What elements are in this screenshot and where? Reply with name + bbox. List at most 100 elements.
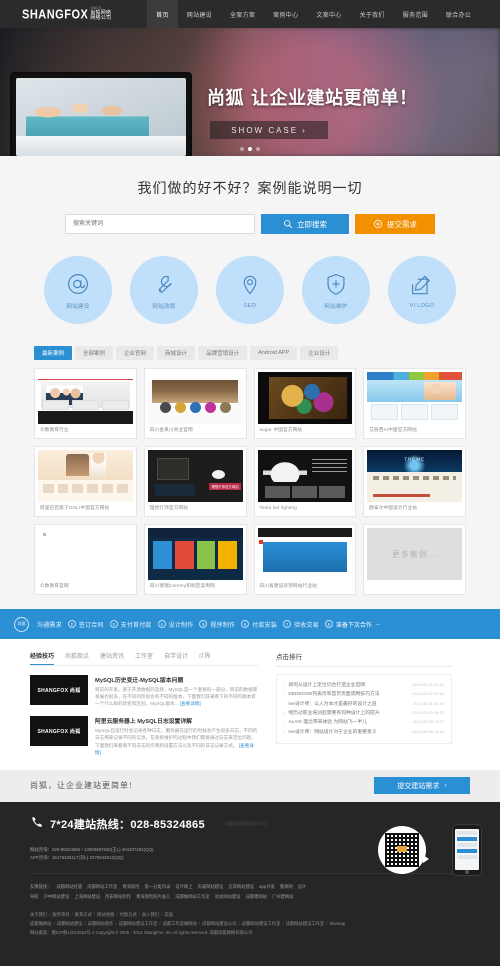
news-tab-experience[interactable]: 经验技巧 (30, 651, 55, 665)
nav-item-articles[interactable]: 文案中心 (307, 0, 350, 28)
service-item-redesign[interactable]: 网站改版 (130, 256, 198, 324)
case-card-7[interactable]: Tesla led lighting (253, 446, 357, 517)
news-title-1[interactable]: MySQL历史变迁-MySQL版本问题 (95, 675, 258, 684)
case-card-1[interactable]: 众数教育行业 (34, 368, 137, 439)
friend-link-9[interactable]: 蜀黍网 (280, 884, 293, 889)
friend-link-8[interactable]: app开发 (259, 884, 275, 889)
nav-item-website-build[interactable]: 网站建设 (178, 0, 221, 28)
service-circle-5[interactable]: VI LOGO (388, 256, 456, 324)
news-tab-it[interactable]: IT界 (199, 651, 210, 660)
service-circle-3[interactable]: SEO (216, 256, 284, 324)
news-tab-studio[interactable]: 工作室 (135, 651, 153, 660)
rank-item-3[interactable]: › me设计师：以人为本才是最好的设计之道 2014-09-11 09:45 (284, 700, 444, 709)
friend-link-10[interactable]: 设计 (298, 884, 307, 889)
process-step-3[interactable]: 3 支付首付款 (109, 620, 152, 629)
footer-nav-6[interactable]: 加入我们 (142, 912, 159, 917)
process-step-8[interactable]: 8 准备下次合作 → (324, 620, 381, 629)
footer-nav-1[interactable]: 关于我们 (30, 912, 47, 917)
friend-link-7[interactable]: 宜宾网站建设 (228, 884, 254, 889)
case-card-3[interactable]: sugar 中国官方网站 (253, 368, 357, 439)
news-item-1[interactable]: SHANGFOX 尚狐 MySQL历史变迁-MySQL版本问题 目前的开发，基于… (30, 675, 258, 707)
footer-seo-5[interactable]: 成都工作室做网站 (163, 921, 197, 926)
case-card-5[interactable]: 阿里巴巴旗下OOLI中国官方网站 (34, 446, 137, 517)
friend-link-17[interactable]: 攻关网站建设 (215, 894, 241, 899)
rank-item-4[interactable]: › 经历过职业培训后需要有何种设计上的提升 2014-09-10 16:32 (284, 709, 444, 718)
show-case-button[interactable]: SHOW CASE › (210, 121, 328, 139)
footer-nav-7[interactable]: 前面 (164, 912, 173, 917)
process-step-4[interactable]: 4 设计制作 (157, 620, 194, 629)
news-tab-selfstudy[interactable]: 自学设计 (164, 651, 188, 660)
case-card-4[interactable]: 艾丽西Ai中国官方网站 (363, 368, 466, 439)
footer-seo-2[interactable]: 成都网站建设 (57, 921, 83, 926)
footer-nav-2[interactable]: 服务项目 (52, 912, 69, 917)
case-card-10[interactable]: 四川德瑞Ceremy和制定案例网 (143, 524, 247, 595)
qr-code-icon[interactable] (385, 832, 419, 867)
nav-item-services[interactable]: 服务范围 (394, 0, 437, 28)
friend-link-4[interactable]: 第一分类目录 (145, 884, 171, 889)
friend-link-6[interactable]: 天威网站建设 (198, 884, 224, 889)
footer-seo-3[interactable]: 成都网站制作 (88, 921, 114, 926)
service-item-seo[interactable]: SEO (216, 256, 284, 324)
search-input[interactable] (65, 214, 255, 234)
service-item-maintenance[interactable]: 网站维护 (302, 256, 370, 324)
friend-link-11[interactable]: 导航 (30, 894, 39, 899)
news-tab-viewpoint[interactable]: 尚狐观点 (65, 651, 89, 660)
friend-link-19[interactable]: 广州建网站 (272, 894, 293, 899)
search-button[interactable]: 立即搜索 (261, 214, 349, 234)
case-card-8[interactable]: 欧泰尔中国设计行业站 (363, 446, 466, 517)
hero-dot-2[interactable] (248, 147, 252, 151)
case-tab-enterprise[interactable]: 企业设计 (300, 346, 339, 360)
footer-nav-5[interactable]: 付款方式 (120, 912, 137, 917)
service-item-vi-logo[interactable]: VI LOGO (388, 256, 456, 324)
case-tab-mall[interactable]: 商城设计 (157, 346, 196, 360)
nav-item-about[interactable]: 关于我们 (351, 0, 394, 28)
footer-seo-4[interactable]: 成都网站建设工作室 (119, 921, 158, 926)
friend-link-16[interactable]: 成都做网站工作室 (175, 894, 209, 899)
case-tab-brand[interactable]: 品牌营销设计 (198, 346, 248, 360)
footer-nav-3[interactable]: 联系方式 (75, 912, 92, 917)
process-step-6[interactable]: 6 付款安装 (241, 620, 277, 629)
news-tab-news[interactable]: 建站资讯 (100, 651, 124, 660)
friend-link-1[interactable]: 成都网站托管 (56, 884, 82, 889)
friend-link-15[interactable]: 青海保险照片画儿 (136, 894, 170, 899)
case-tab-corporate[interactable]: 企业官网 (116, 346, 155, 360)
footer-seo-1[interactable]: 成都做网站 (30, 921, 51, 926)
nav-item-coworking[interactable]: 联合办公 (437, 0, 480, 28)
process-step-2[interactable]: 2 签订合同 (67, 620, 104, 629)
nav-item-solutions[interactable]: 全案方案 (221, 0, 264, 28)
friend-link-13[interactable]: 上海网站建设 (74, 894, 100, 899)
hero-dot-3[interactable] (256, 147, 260, 151)
rank-item-2[interactable]: › DEDECMS列表页和首页页面调用技巧方法 2014-09-12 10:18 (284, 690, 444, 699)
case-card-2[interactable]: 四川金果川商业官网 (143, 368, 247, 439)
hero-dot-1[interactable] (240, 147, 244, 151)
nav-item-home[interactable]: 首页 (147, 0, 178, 28)
cta-submit-button[interactable]: 提交建站需求 › (374, 777, 470, 795)
case-tab-all[interactable]: 全部案例 (75, 346, 114, 360)
footer-seo-6[interactable]: 成都网站建设公司 (202, 921, 236, 926)
friend-link-12[interactable]: 沪中网站建设 (44, 894, 70, 899)
case-card-6[interactable]: 理想灯饰官方网站 理想灯饰官方网站 (143, 446, 247, 517)
news-item-2[interactable]: SHANGFOX 尚狐 阿里云服务器上 MySQL日志设置详解 MySQL在运行… (30, 716, 258, 755)
case-tab-android[interactable]: Android APP (250, 346, 298, 360)
rank-item-1[interactable]: › 如何从设计上定位切合打造企业官网 2014-09-12 10:21 (284, 681, 444, 690)
news-more-link-1[interactable]: [查看详情] (180, 701, 201, 706)
case-card-11[interactable]: 四川省建设装饰网站行业站 (253, 524, 357, 595)
service-item-website-build[interactable]: 网站建设 (44, 256, 112, 324)
friend-link-5[interactable]: 设计网上 (175, 884, 192, 889)
hero-slider-dots[interactable] (0, 147, 500, 151)
footer-seo-9[interactable]: Sitemap (329, 921, 345, 926)
process-step-5[interactable]: 5 程序制作 (199, 620, 235, 629)
footer-nav-4[interactable]: 网站地图 (97, 912, 114, 917)
footer-seo-8[interactable]: 成都网站建设工作室 (286, 921, 325, 926)
process-step-1[interactable]: 沟通需求 (37, 620, 62, 629)
news-title-2[interactable]: 阿里云服务器上 MySQL日志设置详解 (95, 716, 258, 725)
friend-link-2[interactable]: 成都网站工作室 (87, 884, 117, 889)
site-logo[interactable]: SHANGFOX SINCE 尚狐网络 网络公司 (22, 6, 111, 22)
footer-seo-7[interactable]: 成都网站建设工作室 (242, 921, 281, 926)
service-circle-4[interactable]: 网站维护 (302, 256, 370, 324)
nav-item-cases[interactable]: 案例中心 (264, 0, 307, 28)
rank-item-5[interactable]: › ALAIX 理念带来体验 为网站飞一半儿 2014-09-09 11:07 (284, 718, 444, 727)
rank-item-6[interactable]: › me设计师：网站设计对于企业的重要意义 2014-09-08 14:52 (284, 728, 444, 737)
process-step-7[interactable]: 7 验收交易 (283, 620, 319, 629)
submit-demand-button[interactable]: 提交需求 (355, 214, 435, 234)
